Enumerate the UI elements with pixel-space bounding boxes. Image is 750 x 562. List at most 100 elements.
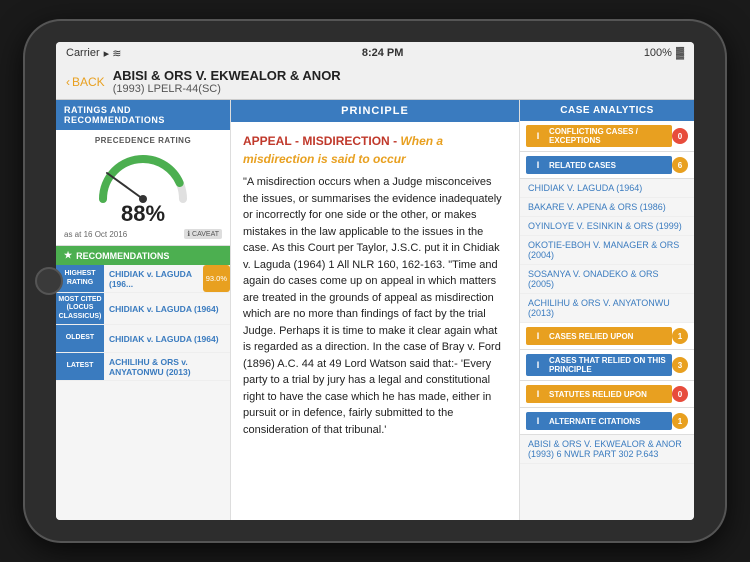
rec-label-oldest: OLDEST bbox=[56, 325, 104, 352]
statutes-label: i STATUTES RELIED UPON bbox=[526, 385, 672, 403]
recommendations-section: ★ RECOMMENDATIONS HIGHEST RATING CHIDIAK… bbox=[56, 246, 230, 520]
analytics-relied-upon-header: i CASES RELIED UPON 1 bbox=[520, 323, 694, 349]
case-title: ABISI & ORS V. EKWEALOR & ANOR bbox=[113, 68, 684, 83]
alternate-count: 1 bbox=[672, 413, 688, 429]
analytics-relied-upon[interactable]: i CASES RELIED UPON 1 bbox=[520, 323, 694, 350]
rec-case-most-cited: CHIDIAK v. LAGUDA (1964) bbox=[109, 304, 225, 314]
headline-misdirection: MISDIRECTION bbox=[302, 134, 389, 148]
case-list-item-4[interactable]: SOSANYA V. ONADEKO & ORS (2005) bbox=[520, 265, 694, 294]
precedence-label: PRECEDENCE RATING bbox=[64, 136, 222, 145]
rec-case-latest: ACHILIHU & ORS v. ANYATONWU (2013) bbox=[109, 357, 225, 377]
rec-item-oldest[interactable]: OLDEST CHIDIAK v. LAGUDA (1964) bbox=[56, 325, 230, 353]
analytics-relied-on-header: i CASES THAT RELIED ON THIS PRINCIPLE 3 bbox=[520, 350, 694, 380]
carrier-label: Carrier bbox=[66, 47, 100, 59]
analytics-alternate[interactable]: i ALTERNATE CITATIONS 1 bbox=[520, 408, 694, 435]
rec-content-oldest: CHIDIAK v. LAGUDA (1964) bbox=[104, 325, 230, 352]
recommendations-title: RECOMMENDATIONS bbox=[76, 251, 169, 261]
recommendations-header: ★ RECOMMENDATIONS bbox=[56, 246, 230, 265]
principle-header: PRINCIPLE bbox=[231, 100, 519, 122]
rec-label-most-cited: MOST CITED (LOCUS CLASSICUS) bbox=[56, 293, 104, 324]
relied-upon-count: 1 bbox=[672, 328, 688, 344]
relied-on-label: i CASES THAT RELIED ON THIS PRINCIPLE bbox=[526, 354, 672, 376]
app-header: ‹ BACK ABISI & ORS V. EKWEALOR & ANOR (1… bbox=[56, 64, 694, 100]
headline-appeal: APPEAL bbox=[243, 134, 292, 148]
tablet-device: Carrier ▸ ≋ 8:24 PM 100% ▓ ‹ BACK ABISI … bbox=[25, 21, 725, 541]
right-panel: CASE ANALYTICS i CONFLICTING CASES / EXC… bbox=[519, 100, 694, 520]
relied-upon-label: i CASES RELIED UPON bbox=[526, 327, 672, 345]
analytics-conflicting[interactable]: i CONFLICTING CASES / EXCEPTIONS 0 bbox=[520, 121, 694, 152]
info-icon-statutes: i bbox=[531, 387, 545, 401]
back-label: BACK bbox=[72, 75, 105, 89]
relied-on-text: CASES THAT RELIED ON THIS PRINCIPLE bbox=[549, 356, 667, 374]
gauge-date: as at 16 Oct 2016 bbox=[64, 230, 127, 239]
case-list-item-3[interactable]: OKOTIE-EBOH V. MANAGER & ORS (2004) bbox=[520, 236, 694, 265]
alternate-text: ALTERNATE CITATIONS bbox=[549, 417, 640, 426]
relied-on-count: 3 bbox=[672, 357, 688, 373]
back-chevron-icon: ‹ bbox=[66, 75, 70, 89]
ratings-section-header: RATINGS AND RECOMMENDATIONS bbox=[56, 100, 230, 130]
left-panel: RATINGS AND RECOMMENDATIONS PRECEDENCE R… bbox=[56, 100, 231, 520]
analytics-conflicting-header: i CONFLICTING CASES / EXCEPTIONS 0 bbox=[520, 121, 694, 151]
info-icon-alternate: i bbox=[531, 414, 545, 428]
battery-icon: ▓ bbox=[676, 47, 684, 59]
rec-content-latest: ACHILIHU & ORS v. ANYATONWU (2013) bbox=[104, 353, 230, 380]
alternate-citation[interactable]: ABISI & ORS V. EKWEALOR & ANOR (1993) 6 … bbox=[520, 435, 694, 464]
rec-item-most-cited[interactable]: MOST CITED (LOCUS CLASSICUS) CHIDIAK v. … bbox=[56, 293, 230, 325]
info-icon-conflicting: i bbox=[531, 129, 545, 143]
analytics-statutes-header: i STATUTES RELIED UPON 0 bbox=[520, 381, 694, 407]
middle-panel: PRINCIPLE APPEAL - MISDIRECTION - When a… bbox=[231, 100, 519, 520]
back-button[interactable]: ‹ BACK bbox=[66, 75, 105, 89]
rec-label-highest: HIGHEST RATING bbox=[56, 265, 104, 292]
related-count: 6 bbox=[672, 157, 688, 173]
principle-headline: APPEAL - MISDIRECTION - When a misdirect… bbox=[243, 132, 507, 168]
gauge-container: 88% as at 16 Oct 2016 ℹ CAVEAT bbox=[64, 149, 222, 239]
star-icon: ★ bbox=[64, 250, 72, 261]
gauge-value: 88% bbox=[121, 201, 165, 227]
rec-case-highest: CHIDIAK v. LAGUDA (196... bbox=[109, 269, 198, 289]
gauge-footer: as at 16 Oct 2016 ℹ CAVEAT bbox=[64, 229, 222, 239]
case-list-item-1[interactable]: BAKARE V. APENA & ORS (1986) bbox=[520, 198, 694, 217]
case-citation: (1993) LPELR-44(SC) bbox=[113, 83, 684, 95]
gauge-svg bbox=[93, 149, 193, 209]
home-button[interactable] bbox=[35, 267, 63, 295]
info-icon-relied-on: i bbox=[531, 358, 545, 372]
clock: 8:24 PM bbox=[362, 47, 404, 59]
case-list-item-5[interactable]: ACHILIHU & ORS V. ANYATONWU (2013) bbox=[520, 294, 694, 323]
main-content: RATINGS AND RECOMMENDATIONS PRECEDENCE R… bbox=[56, 100, 694, 520]
wifi-icon: ▸ ≋ bbox=[104, 47, 122, 60]
analytics-header: CASE ANALYTICS bbox=[520, 100, 694, 121]
statutes-count: 0 bbox=[672, 386, 688, 402]
rec-content-highest: CHIDIAK v. LAGUDA (196... bbox=[104, 265, 203, 292]
rec-item-highest[interactable]: HIGHEST RATING CHIDIAK v. LAGUDA (196...… bbox=[56, 265, 230, 293]
analytics-related-header: i RELATED CASES 6 bbox=[520, 152, 694, 178]
analytics-relied-on[interactable]: i CASES THAT RELIED ON THIS PRINCIPLE 3 bbox=[520, 350, 694, 381]
battery-label: 100% bbox=[644, 47, 672, 59]
analytics-statutes[interactable]: i STATUTES RELIED UPON 0 bbox=[520, 381, 694, 408]
rec-content-most-cited: CHIDIAK v. LAGUDA (1964) bbox=[104, 293, 230, 324]
rec-badge-highest: 93.0% bbox=[203, 265, 230, 292]
caveat-badge: ℹ CAVEAT bbox=[184, 229, 222, 239]
rec-label-latest: LATEST bbox=[56, 353, 104, 380]
case-list-item-0[interactable]: CHIDIAK V. LAGUDA (1964) bbox=[520, 179, 694, 198]
tablet-screen: Carrier ▸ ≋ 8:24 PM 100% ▓ ‹ BACK ABISI … bbox=[56, 42, 694, 520]
statutes-text: STATUTES RELIED UPON bbox=[549, 390, 647, 399]
header-title-block: ABISI & ORS V. EKWEALOR & ANOR (1993) LP… bbox=[113, 68, 684, 95]
principle-body: "A misdirection occurs when a Judge misc… bbox=[243, 174, 507, 438]
conflicting-text: CONFLICTING CASES / EXCEPTIONS bbox=[549, 127, 667, 145]
related-label: i RELATED CASES bbox=[526, 156, 672, 174]
related-text: RELATED CASES bbox=[549, 161, 616, 170]
rec-case-oldest: CHIDIAK v. LAGUDA (1964) bbox=[109, 334, 225, 344]
case-list-item-2[interactable]: OYINLOYE V. ESINKIN & ORS (1999) bbox=[520, 217, 694, 236]
conflicting-count: 0 bbox=[672, 128, 688, 144]
info-icon-relied: i bbox=[531, 329, 545, 343]
analytics-related[interactable]: i RELATED CASES 6 bbox=[520, 152, 694, 179]
status-bar: Carrier ▸ ≋ 8:24 PM 100% ▓ bbox=[56, 42, 694, 64]
info-icon-small: ℹ bbox=[187, 230, 190, 238]
info-icon-related: i bbox=[531, 158, 545, 172]
ratings-section: PRECEDENCE RATING 88% bbox=[56, 130, 230, 246]
principle-content: APPEAL - MISDIRECTION - When a misdirect… bbox=[231, 122, 519, 520]
rec-item-latest[interactable]: LATEST ACHILIHU & ORS v. ANYATONWU (2013… bbox=[56, 353, 230, 381]
analytics-alternate-header: i ALTERNATE CITATIONS 1 bbox=[520, 408, 694, 434]
alternate-label: i ALTERNATE CITATIONS bbox=[526, 412, 672, 430]
relied-upon-text: CASES RELIED UPON bbox=[549, 332, 633, 341]
